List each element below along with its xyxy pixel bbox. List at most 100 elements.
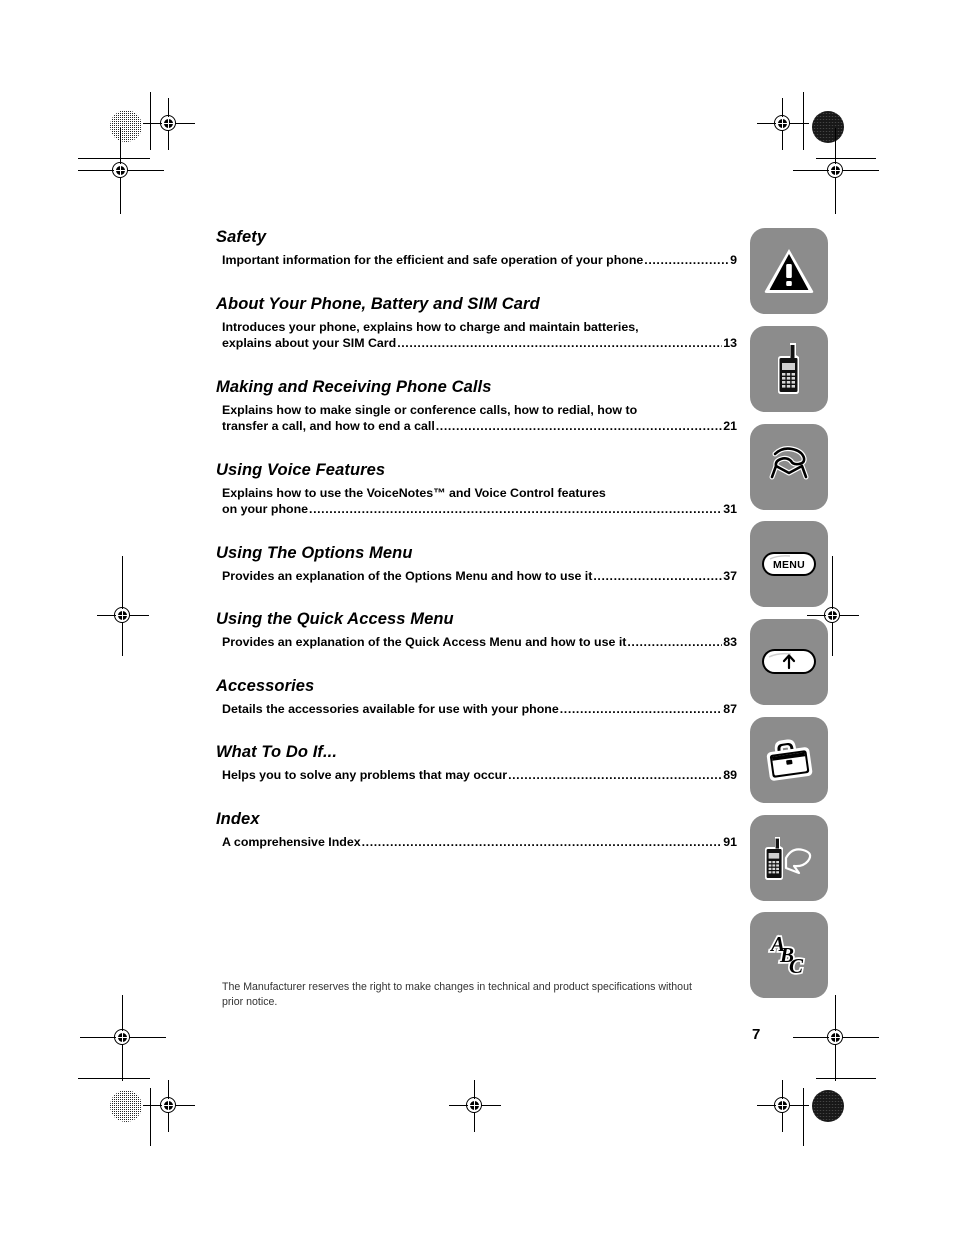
menu-button-icon: MENU bbox=[762, 552, 816, 576]
toc-description-line: Introduces your phone, explains how to c… bbox=[222, 319, 639, 334]
page-number: 7 bbox=[752, 1026, 761, 1043]
toc-description-text: Helps you to solve any problems that may… bbox=[222, 768, 508, 782]
toc-entry-accessories: Accessories Details the accessories avai… bbox=[216, 677, 737, 718]
toc-page-number[interactable]: 91 bbox=[723, 834, 737, 851]
dot-leader: ........................................… bbox=[508, 768, 723, 782]
toc-heading[interactable]: About Your Phone, Battery and SIM Card bbox=[216, 295, 737, 314]
toc-description: Provides an explanation of the Options M… bbox=[222, 568, 737, 585]
toc-page-number[interactable]: 21 bbox=[723, 418, 737, 435]
thumb-tab-index[interactable]: A B C A B C bbox=[750, 912, 828, 998]
density-patch-bottom-right bbox=[812, 1090, 844, 1122]
toc-entry-index: Index A comprehensive Index ............… bbox=[216, 810, 737, 851]
toc-leader-row: A comprehensive Index ..................… bbox=[222, 834, 737, 851]
toc-description: Explains how to make single or conferenc… bbox=[222, 402, 737, 435]
toc-entry-safety: Safety Important information for the eff… bbox=[216, 228, 737, 269]
toc-page-number[interactable]: 37 bbox=[723, 568, 737, 585]
toc-page-number[interactable]: 83 bbox=[723, 634, 737, 651]
toc-leader-row: on your phone ..........................… bbox=[222, 501, 737, 518]
warning-triangle-icon bbox=[764, 249, 814, 293]
thumb-tab-making-receiving-calls[interactable] bbox=[750, 424, 828, 510]
toc-page-number[interactable]: 31 bbox=[723, 501, 737, 518]
registration-mark-bottom-right-inner bbox=[757, 1080, 809, 1132]
registration-mark-top-left-inner bbox=[143, 98, 195, 150]
registration-mark-bottom-right-outer bbox=[793, 995, 879, 1081]
toc-entry-quick-access-menu: Using the Quick Access Menu Provides an … bbox=[216, 610, 737, 651]
toc-entry-what-to-do-if: What To Do If... Helps you to solve any … bbox=[216, 743, 737, 784]
toc-heading[interactable]: Using The Options Menu bbox=[216, 544, 737, 563]
toc-leader-row: explains about your SIM Card ...........… bbox=[222, 335, 737, 352]
menu-button-label: MENU bbox=[773, 559, 805, 571]
toc-description: Explains how to use the VoiceNotes™ and … bbox=[222, 485, 737, 518]
dot-leader: ........................................… bbox=[644, 253, 730, 267]
thumb-tab-quick-access-menu[interactable] bbox=[750, 619, 828, 705]
registration-mark-top-right-inner bbox=[757, 98, 809, 150]
registration-mark-bottom-center bbox=[449, 1080, 501, 1132]
registration-mark-top-right-outer bbox=[793, 128, 879, 214]
dot-leader: ........................................… bbox=[593, 568, 722, 583]
mobile-phone-icon bbox=[778, 343, 799, 394]
registration-mark-left-middle bbox=[97, 590, 149, 642]
up-arrow-button-icon bbox=[762, 649, 816, 674]
toc-description-text: Important information for the efficient … bbox=[222, 253, 644, 267]
trim-line-bottom-right-horizontal bbox=[816, 1078, 876, 1079]
thumb-tab-safety[interactable] bbox=[750, 228, 828, 314]
trim-line-top-right-vertical bbox=[803, 92, 804, 150]
toc-leader-row: Provides an explanation of the Quick Acc… bbox=[222, 634, 737, 651]
dot-leader: ........................................… bbox=[559, 701, 722, 716]
toc-page-number[interactable]: 13 bbox=[723, 335, 737, 352]
toc-description: Helps you to solve any problems that may… bbox=[222, 767, 737, 784]
toc-leader-row: transfer a call, and how to end a call .… bbox=[222, 418, 737, 435]
abc-letters-icon: A B C A B C bbox=[767, 930, 805, 979]
toc-entry-making-receiving-calls: Making and Receiving Phone Calls Explain… bbox=[216, 378, 737, 435]
toc-description: Details the accessories available for us… bbox=[222, 701, 737, 718]
density-patch-bottom-left bbox=[110, 1090, 142, 1122]
toc-heading[interactable]: What To Do If... bbox=[216, 743, 737, 762]
toc-description-text: A comprehensive Index bbox=[222, 834, 361, 849]
thumb-tab-accessories[interactable] bbox=[750, 717, 828, 803]
manufacturer-disclaimer: The Manufacturer reserves the right to m… bbox=[222, 981, 692, 1008]
toc-page-number[interactable]: 9 bbox=[730, 252, 737, 269]
dot-leader: ........................................… bbox=[397, 336, 722, 350]
registration-mark-top-left-outer bbox=[78, 128, 164, 214]
trim-line-bottom-left-horizontal bbox=[78, 1078, 150, 1079]
toc-description-line: Explains how to make single or conferenc… bbox=[222, 402, 638, 417]
trim-line-bottom-right-vertical bbox=[803, 1088, 804, 1146]
toc-description-text: Provides an explanation of the Quick Acc… bbox=[222, 635, 627, 649]
toc-leader-row: Helps you to solve any problems that may… bbox=[222, 767, 737, 784]
density-patch-top-left bbox=[110, 110, 142, 142]
toc-heading[interactable]: Accessories bbox=[216, 677, 737, 696]
toc-page-number[interactable]: 87 bbox=[723, 701, 737, 718]
toc-description-text: Provides an explanation of the Options M… bbox=[222, 568, 593, 583]
dot-leader: ........................................… bbox=[627, 635, 722, 649]
thumb-tab-what-to-do-if[interactable] bbox=[750, 815, 828, 901]
toc-heading[interactable]: Using the Quick Access Menu bbox=[216, 610, 737, 629]
thumb-tab-about-your-phone[interactable] bbox=[750, 326, 828, 412]
toc-entry-voice-features: Using Voice Features Explains how to use… bbox=[216, 461, 737, 518]
toc-description: A comprehensive Index ..................… bbox=[222, 834, 737, 851]
toc-entry-options-menu: Using The Options Menu Provides an expla… bbox=[216, 544, 737, 585]
thumb-tab-options-menu[interactable]: MENU bbox=[750, 521, 828, 607]
trim-line-top-left-vertical bbox=[150, 92, 151, 150]
toc-page-number[interactable]: 89 bbox=[723, 767, 737, 784]
toc-description: Provides an explanation of the Quick Acc… bbox=[222, 634, 737, 651]
density-patch-top-right bbox=[812, 111, 844, 143]
table-of-contents: Safety Important information for the eff… bbox=[216, 228, 737, 1008]
toc-heading[interactable]: Making and Receiving Phone Calls bbox=[216, 378, 737, 397]
svg-text:C: C bbox=[789, 954, 804, 978]
toc-description: Important information for the efficient … bbox=[222, 252, 737, 269]
toc-leader-row: Important information for the efficient … bbox=[222, 252, 737, 269]
dot-leader: ........................................… bbox=[361, 834, 723, 849]
toc-heading[interactable]: Safety bbox=[216, 228, 737, 247]
toc-heading[interactable]: Index bbox=[216, 810, 737, 829]
toc-description-text: on your phone bbox=[222, 502, 309, 516]
handset-call-icon bbox=[769, 446, 809, 480]
toc-description-text: explains about your SIM Card bbox=[222, 336, 397, 350]
registration-mark-bottom-left-outer bbox=[80, 995, 166, 1081]
toc-description-line: Explains how to use the VoiceNotes™ and … bbox=[222, 485, 606, 500]
phone-question-icon bbox=[765, 837, 812, 880]
briefcase-icon bbox=[766, 739, 813, 781]
toc-leader-row: Details the accessories available for us… bbox=[222, 701, 737, 718]
toc-heading[interactable]: Using Voice Features bbox=[216, 461, 737, 480]
toc-description-text: Details the accessories available for us… bbox=[222, 701, 559, 716]
trim-line-bottom-left-vertical bbox=[150, 1088, 151, 1146]
